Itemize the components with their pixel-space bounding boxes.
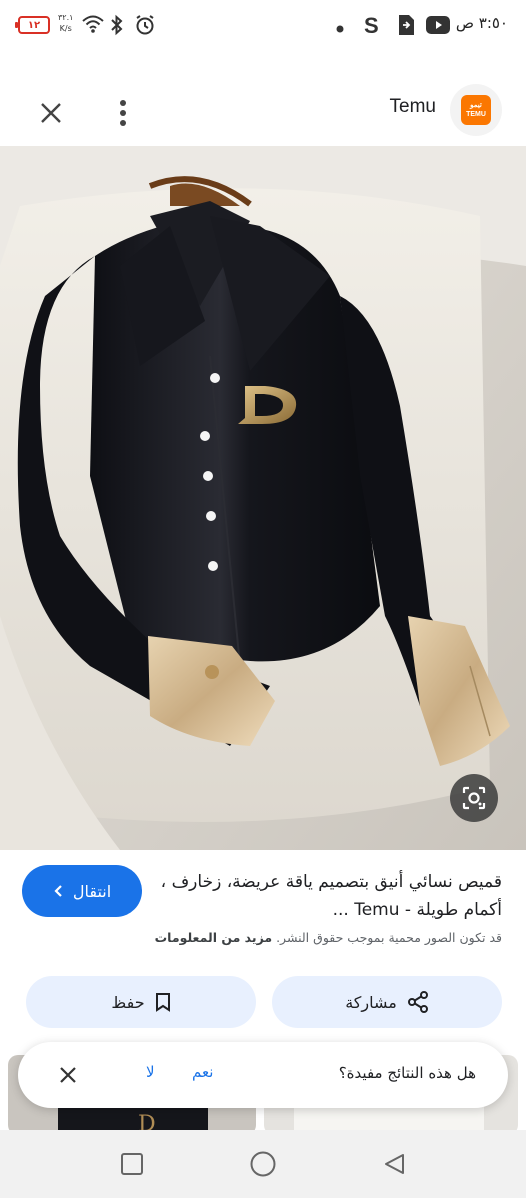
network-speed-value: ٣٢.١: [58, 13, 74, 22]
save-button[interactable]: حفظ: [26, 976, 256, 1028]
feedback-close-button[interactable]: [56, 1063, 80, 1087]
result-title[interactable]: قميص نسائي أنيق بتصميم ياقة عريضة، زخارف…: [142, 868, 502, 924]
shirt-photo: [0, 146, 526, 850]
status-bar: ١٢ ٣٢.١ K/s S ٣:٥٠ ص: [0, 0, 526, 52]
bookmark-icon: [155, 993, 170, 1012]
result-header: Temu ﺗﻴﻤﻮ TEMU: [0, 70, 526, 146]
battery-indicator: ١٢: [15, 16, 50, 34]
home-button[interactable]: [247, 1148, 279, 1180]
share-label: مشاركة: [345, 992, 397, 1012]
site-logo[interactable]: ﺗﻴﻤﻮ TEMU: [450, 84, 502, 136]
copyright-notice: قد تكون الصور محمية بموجب حقوق النشر. مز…: [22, 930, 502, 945]
more-vert-icon: [120, 100, 126, 126]
share-button[interactable]: مشاركة: [272, 976, 502, 1028]
learn-more-link[interactable]: مزيد من المعلومات: [155, 930, 272, 945]
share-icon: [407, 991, 428, 1013]
copyright-text: قد تكون الصور محمية بموجب حقوق النشر.: [276, 930, 502, 945]
logo-text-top: ﺗﻴﻤﻮ: [470, 102, 482, 109]
recents-button[interactable]: [116, 1148, 148, 1180]
status-time: ٣:٥٠ ص: [455, 14, 508, 32]
svg-text:S: S: [364, 13, 379, 38]
battery-level: ١٢: [27, 19, 41, 31]
close-button[interactable]: [30, 92, 72, 134]
save-label: حفظ: [111, 992, 145, 1012]
product-image[interactable]: [0, 146, 526, 850]
site-name[interactable]: Temu: [390, 96, 436, 118]
feedback-no-button[interactable]: لا: [146, 1063, 155, 1081]
lens-search-button[interactable]: [450, 774, 498, 822]
logo-text-bottom: TEMU: [466, 111, 486, 118]
visit-label: انتقال: [72, 881, 112, 901]
circle-nav-icon: [250, 1151, 276, 1177]
feedback-yes-button[interactable]: نعم: [192, 1063, 213, 1081]
temu-logo-icon: ﺗﻴﻤﻮ TEMU: [461, 95, 491, 125]
more-options-button[interactable]: [102, 92, 144, 134]
back-triangle-icon: [385, 1154, 404, 1174]
file-transfer-icon: [396, 13, 416, 41]
close-icon: [60, 1067, 76, 1083]
s-app-icon: S: [362, 12, 382, 42]
lens-icon: [462, 786, 486, 810]
square-nav-icon: [121, 1153, 143, 1175]
feedback-card: هل هذه النتائج مفيدة؟ نعم لا: [18, 1042, 508, 1108]
wifi-icon: [82, 14, 104, 38]
system-nav-bar: [0, 1130, 526, 1198]
network-speed-unit: K/s: [59, 24, 72, 33]
back-button[interactable]: [378, 1148, 410, 1180]
visit-button[interactable]: انتقال: [22, 865, 142, 917]
network-speed: ٣٢.١ K/s: [58, 12, 73, 34]
dot-icon: [336, 18, 344, 37]
feedback-question: هل هذه النتائج مفيدة؟: [338, 1064, 476, 1082]
chevron-left-icon: [54, 885, 62, 897]
close-icon: [41, 103, 61, 123]
youtube-icon: [426, 16, 450, 38]
alarm-icon: [134, 14, 156, 40]
bluetooth-icon: [110, 14, 124, 40]
